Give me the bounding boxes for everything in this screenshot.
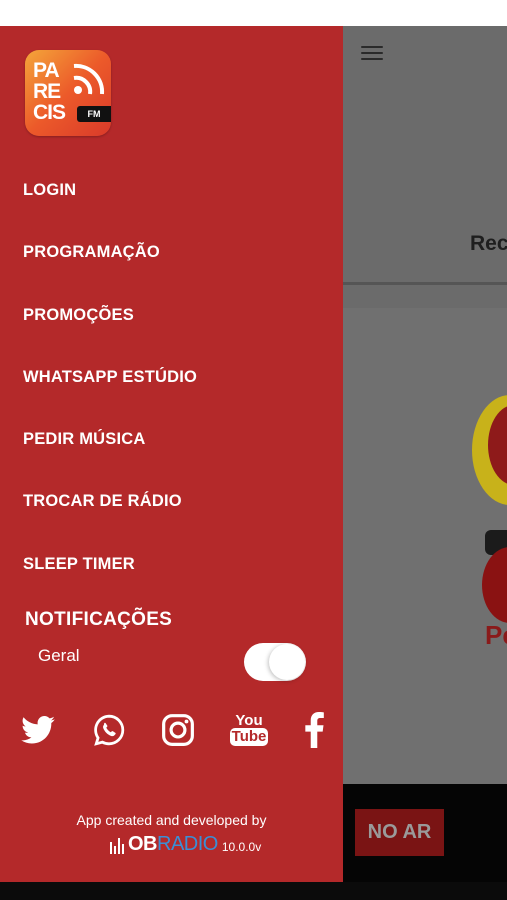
obradio-logo[interactable]: OB RADIO 10.0.0v xyxy=(110,830,261,854)
twitter-icon[interactable] xyxy=(20,710,56,750)
mascot-image xyxy=(472,395,507,623)
menu-item-pedir-musica[interactable]: PEDIR MÚSICA xyxy=(23,430,146,449)
station-title-text: Pe xyxy=(485,620,507,650)
header-divider xyxy=(343,282,507,285)
youtube-icon[interactable]: You Tube xyxy=(229,710,269,750)
status-bar xyxy=(0,0,507,26)
brand-ob: OB xyxy=(128,833,158,855)
brand-radio: RADIO xyxy=(157,833,218,855)
menu-item-trocar-de-radio[interactable]: TROCAR DE RÁDIO xyxy=(23,492,182,511)
on-air-button[interactable]: NO AR xyxy=(355,809,444,856)
general-notifications-toggle[interactable] xyxy=(244,643,306,681)
equalizer-bars-icon xyxy=(110,838,124,854)
hamburger-menu-icon[interactable] xyxy=(361,46,383,62)
instagram-icon[interactable] xyxy=(160,710,196,750)
main-header-text: Rec xyxy=(470,232,507,255)
menu-item-programacao[interactable]: PROGRAMAÇÃO xyxy=(23,243,160,262)
navigation-drawer: PA RE CIS FM LOGIN PROGRAMAÇÃO PROMOÇÕES… xyxy=(0,26,343,882)
toggle-knob xyxy=(269,644,305,680)
station-logo: PA RE CIS FM xyxy=(25,50,111,136)
general-notifications-label: Geral xyxy=(38,646,80,665)
fm-badge: FM xyxy=(77,106,111,122)
menu-item-login[interactable]: LOGIN xyxy=(23,181,76,200)
broadcast-icon xyxy=(73,63,105,95)
footer-credit-text: App created and developed by xyxy=(76,812,267,828)
facebook-icon[interactable] xyxy=(298,710,330,750)
menu-item-whatsapp-estudio[interactable]: WHATSAPP ESTÚDIO xyxy=(23,368,197,387)
menu-item-promocoes[interactable]: PROMOÇÕES xyxy=(23,306,134,325)
home-indicator-bar xyxy=(0,882,507,900)
notifications-heading: NOTIFICAÇÕES xyxy=(25,609,173,630)
whatsapp-icon[interactable] xyxy=(91,710,127,750)
menu-item-sleep-timer[interactable]: SLEEP TIMER xyxy=(23,555,135,574)
version-text: 10.0.0v xyxy=(221,840,262,854)
